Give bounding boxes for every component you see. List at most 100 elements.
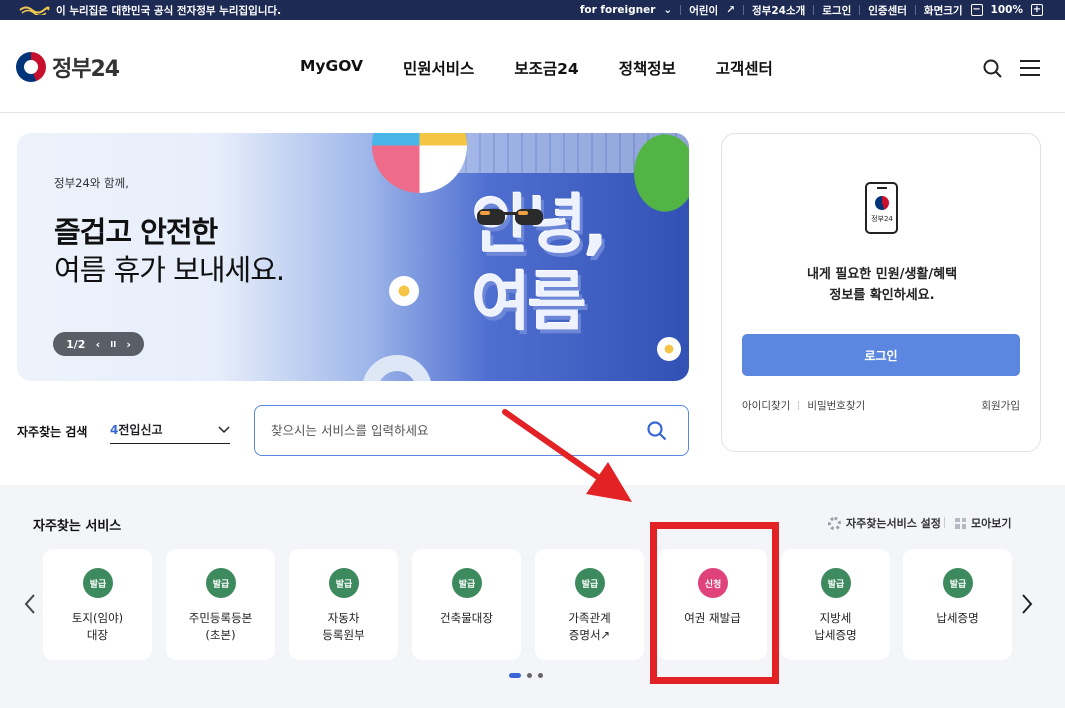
- issue-badge: 발급: [943, 568, 973, 598]
- service-name-line1: 지방세: [819, 611, 852, 625]
- pause-icon[interactable]: II: [110, 340, 116, 349]
- flower-image: [389, 276, 419, 306]
- hero-banner[interactable]: 안녕, 여름 정부24와 함께, 즐겁고 안전한 여름 휴가 보내세요. 1/2…: [17, 133, 689, 381]
- service-name-line1: 건축물대장: [440, 611, 493, 625]
- service-name-line2: 증명서↗: [535, 627, 644, 644]
- service-card-resident-register[interactable]: 발급 주민등록등본 (초본): [166, 549, 275, 660]
- banner-pager: 1/2 ‹ II ›: [53, 332, 144, 356]
- chevron-left-icon[interactable]: ‹: [96, 338, 101, 351]
- nav-civil-services[interactable]: 민원서비스: [403, 57, 474, 79]
- banner-title-line2: 여름 휴가 보내세요.: [54, 253, 285, 287]
- annotation-highlight-box: [650, 522, 779, 684]
- frequent-services-setting-label: 자주찾는서비스 설정: [846, 517, 941, 530]
- service-name-line2: 대장: [86, 628, 109, 642]
- frequent-search-select[interactable]: 4전입신고: [110, 416, 230, 444]
- banner-title-line1: 즐겁고 안전한: [54, 215, 218, 249]
- carousel-next-icon[interactable]: [1020, 593, 1034, 615]
- frequent-search-label: 자주찾는 검색: [17, 425, 88, 439]
- service-name-line1: 토지(임야): [71, 611, 124, 625]
- nav-policy-info[interactable]: 정책정보: [619, 57, 676, 79]
- divider: [798, 401, 800, 410]
- taegeuk-logo-icon: [16, 52, 46, 82]
- flower-image: [657, 337, 681, 361]
- pagination-dot[interactable]: [527, 673, 532, 678]
- login-message-line2: 정보를 확인하세요.: [829, 288, 935, 303]
- government-emblem-icon: [19, 6, 50, 15]
- service-name: 주민등록등본 (초본): [166, 610, 275, 644]
- service-card-land-register[interactable]: 발급 토지(임야) 대장: [43, 549, 152, 660]
- service-name-line1: 납세증명: [936, 611, 979, 625]
- mobile-phone-icon: 정부24: [865, 182, 898, 234]
- login-message-line1: 내게 필요한 민원/생활/혜택: [806, 267, 958, 282]
- frequent-search-value: 4전입신고: [110, 421, 163, 438]
- service-name: 토지(임야) 대장: [43, 610, 152, 644]
- service-name-line2-text: 증명서: [568, 628, 601, 642]
- frequent-search-term: 전입신고: [118, 423, 163, 437]
- divider: [914, 5, 916, 15]
- issue-badge: 발급: [329, 568, 359, 598]
- divider: [944, 517, 945, 528]
- carousel-prev-icon[interactable]: [23, 593, 37, 615]
- service-name-line1: 주민등록등본: [188, 611, 253, 625]
- hamburger-menu-icon[interactable]: [1020, 60, 1040, 76]
- frequent-services-section: 자주찾는 서비스 자주찾는서비스 설정 모아보기 발급 토지(임야) 대장 발급 …: [0, 485, 1065, 708]
- service-card-tax-certificate[interactable]: 발급 납세증명: [903, 549, 1012, 660]
- service-card-family-certificate[interactable]: 발급 가족관계 증명서↗: [535, 549, 644, 660]
- service-name-line2: 등록원부: [322, 628, 365, 642]
- service-card-local-tax-certificate[interactable]: 발급 지방세납세증명: [781, 549, 890, 660]
- zoom-in-button[interactable]: +: [1031, 4, 1043, 16]
- nav-customer-center[interactable]: 고객센터: [716, 57, 773, 79]
- pagination-dot[interactable]: [538, 673, 543, 678]
- chevron-down-icon: ⌄: [663, 4, 673, 16]
- find-id-link[interactable]: 아이디찾기: [742, 398, 790, 413]
- intro-link[interactable]: 정부24소개: [752, 3, 805, 18]
- find-password-link[interactable]: 비밀번호찾기: [807, 398, 865, 413]
- kids-link[interactable]: 어린이: [689, 3, 718, 18]
- cert-center-link[interactable]: 인증센터: [868, 3, 907, 18]
- palm-leaf-image: [617, 133, 689, 233]
- chevron-down-icon: [218, 425, 230, 433]
- service-card-building-register[interactable]: 발급 건축물대장: [412, 549, 521, 660]
- divider: [743, 5, 745, 15]
- zoom-out-button[interactable]: −: [970, 4, 983, 16]
- phone-label: 정부24: [871, 215, 893, 223]
- nav-mygov[interactable]: MyGOV: [300, 57, 363, 79]
- issue-badge: 발급: [821, 568, 851, 598]
- foreigner-link[interactable]: for foreigner: [580, 4, 656, 16]
- service-card-vehicle-register[interactable]: 발급 자동차 등록원부: [289, 549, 398, 660]
- top-login-link[interactable]: 로그인: [822, 3, 851, 18]
- external-link-icon: ↗: [600, 628, 611, 642]
- zoom-label: 화면크기: [923, 4, 963, 17]
- sunglasses-image: [477, 209, 543, 225]
- swim-ring-image: [362, 355, 432, 381]
- service-name: 건축물대장: [412, 610, 521, 627]
- login-card: 정부24 내게 필요한 민원/생활/혜택 정보를 확인하세요. 로그인 아이디찾…: [721, 133, 1041, 452]
- service-name-line2: (초본): [205, 628, 236, 642]
- service-name-line2: 납세증명: [814, 628, 857, 642]
- issue-badge: 발급: [452, 568, 482, 598]
- service-name: 자동차 등록원부: [289, 610, 398, 644]
- header-search-icon[interactable]: [982, 58, 1004, 80]
- divider: [813, 5, 815, 15]
- nav-subsidy24[interactable]: 보조금24: [514, 57, 578, 79]
- official-notice-text: 이 누리집은 대한민국 공식 전자정부 누리집입니다.: [56, 4, 282, 17]
- join-link[interactable]: 회원가입: [981, 398, 1020, 413]
- frequent-services-setting[interactable]: 자주찾는서비스 설정: [828, 515, 941, 531]
- service-search-input[interactable]: [271, 423, 611, 438]
- view-all-label: 모아보기: [971, 517, 1012, 530]
- site-logo[interactable]: 정부24: [16, 51, 120, 83]
- login-button[interactable]: 로그인: [742, 334, 1020, 376]
- carousel-pagination: [509, 673, 543, 678]
- search-icon[interactable]: [646, 420, 668, 442]
- service-name: 지방세납세증명: [781, 610, 890, 644]
- official-notice: 이 누리집은 대한민국 공식 전자정부 누리집입니다.: [18, 0, 281, 20]
- site-header: 정부24 MyGOV 민원서비스 보조금24 정책정보 고객센터: [0, 20, 1065, 113]
- view-all-button[interactable]: 모아보기: [955, 515, 1011, 531]
- divider: [680, 5, 682, 15]
- chevron-right-icon[interactable]: ›: [126, 338, 131, 351]
- beach-ball-image: [372, 133, 467, 193]
- account-links: 아이디찾기 비밀번호찾기: [742, 398, 865, 413]
- service-search-box: [254, 405, 689, 456]
- pagination-dot-active[interactable]: [509, 673, 521, 678]
- main-navigation: MyGOV 민원서비스 보조금24 정책정보 고객센터: [300, 57, 773, 79]
